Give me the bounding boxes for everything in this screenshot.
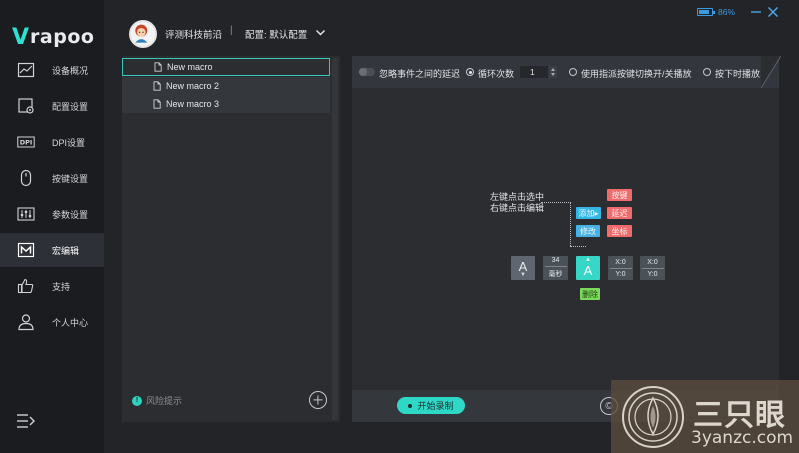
avatar[interactable]	[129, 20, 157, 48]
sidebar-item-device-overview[interactable]: 设备概况	[0, 53, 104, 87]
ignore-delay-toggle[interactable]	[359, 68, 375, 76]
coord-y: Y:0	[615, 270, 626, 278]
info-icon: !	[132, 395, 142, 406]
rapoo-logo: V rapoo	[12, 24, 95, 50]
add-macro-button[interactable]	[309, 391, 327, 409]
loop-count-input[interactable]: 1	[520, 66, 548, 78]
macro-list: New macro New macro 2 New macro 3	[122, 58, 330, 114]
edit-menu-tag[interactable]: 修改	[576, 225, 600, 237]
hold-playback-label: 按下时播放	[715, 69, 761, 79]
sidebar-item-label: 设备概况	[52, 65, 89, 76]
sidebar-item-label: 宏编辑	[52, 245, 80, 256]
macro-name: New macro	[167, 62, 213, 72]
sidebar-item-label: 配置设置	[52, 101, 89, 112]
add-menu-tag[interactable]: 添加▸	[576, 207, 601, 219]
minimize-button[interactable]	[750, 5, 762, 19]
add-coordinate-tag[interactable]: 坐标	[607, 225, 632, 237]
sidebar-item-label: DPI设置	[52, 137, 86, 148]
sidebar-item-key-settings[interactable]: 按键设置	[0, 161, 104, 195]
macro-icon	[15, 239, 37, 261]
sidebar-item-label: 支持	[52, 281, 71, 292]
start-recording-button[interactable]: 开始录制	[397, 397, 465, 414]
ignore-delay-label: 忽略事件之间的延迟	[379, 69, 461, 79]
add-key-tag[interactable]: 按键	[607, 189, 632, 201]
mouse-icon	[15, 167, 37, 189]
sidebar-item-parameter-settings[interactable]: 参数设置	[0, 197, 104, 231]
guide-line	[541, 202, 571, 203]
hint-right-click: 右键点击编辑	[490, 203, 545, 213]
sidebar-item-macro-editor[interactable]: 宏编辑	[0, 233, 104, 267]
close-button[interactable]	[766, 5, 780, 19]
chevron-down-icon[interactable]	[315, 27, 326, 38]
coord-x: X:0	[615, 258, 626, 266]
battery-level: 86%	[718, 7, 736, 17]
macro-item-3[interactable]: New macro 3	[122, 95, 330, 113]
toolbar-corner	[761, 56, 781, 88]
logo-mark: V	[12, 24, 29, 50]
chart-icon	[15, 59, 37, 81]
macro-list-scrollbar[interactable]	[332, 58, 338, 420]
editor-toolbar: 忽略事件之间的延迟 循环次数 1 使用指派按键切换开/关播放 按下时播放	[352, 56, 781, 88]
macro-editor-panel: 忽略事件之间的延迟 循环次数 1 使用指派按键切换开/关播放 按下时播放 左键点…	[352, 56, 781, 422]
document-icon	[153, 62, 163, 72]
document-icon	[152, 80, 162, 91]
separator: |	[230, 25, 233, 36]
logo-word: rapoo	[30, 26, 95, 48]
delay-event[interactable]: 34 毫秒	[543, 256, 568, 280]
coordinate-event[interactable]: X:0 Y:0	[608, 256, 633, 280]
coordinate-event[interactable]: X:0 Y:0	[640, 256, 665, 280]
loop-count-radio[interactable]	[466, 68, 474, 76]
loop-count-stepper[interactable]	[549, 66, 557, 78]
toggle-playback-radio[interactable]	[569, 68, 577, 76]
watermark-logo-icon	[622, 386, 684, 448]
key-label: A	[583, 263, 593, 278]
hold-playback-radio[interactable]	[703, 68, 711, 76]
start-recording-label: 开始录制	[417, 401, 454, 411]
sidebar: V rapoo 设备概况 配置设置 DPI DPI设置 按键设置 参数设置 宏编…	[0, 0, 104, 453]
sliders-icon	[15, 203, 37, 225]
sidebar-item-config-settings[interactable]: 配置设置	[0, 89, 104, 123]
user-name: 评测科技前沿	[165, 30, 223, 41]
watermark-url: 3yanzc.com	[691, 428, 794, 448]
risk-notice[interactable]: ! 风险提示	[132, 394, 182, 407]
risk-label: 风险提示	[146, 396, 183, 406]
person-icon	[15, 311, 37, 333]
arrow-down-icon: ▼	[520, 271, 526, 278]
guide-line	[570, 246, 586, 247]
macro-name: New macro 2	[166, 80, 220, 91]
sidebar-item-support[interactable]: 支持	[0, 269, 104, 303]
profile-selector[interactable]: 配置: 默认配置	[245, 27, 307, 41]
record-dot-icon	[408, 403, 413, 408]
macro-item-2[interactable]: New macro 2	[122, 76, 330, 95]
sidebar-item-dpi-settings[interactable]: DPI DPI设置	[0, 125, 104, 159]
macro-item-1[interactable]: New macro	[122, 58, 330, 76]
document-icon	[152, 99, 162, 109]
thumbs-up-icon	[15, 275, 37, 297]
sidebar-item-personal-center[interactable]: 个人中心	[0, 305, 104, 339]
loop-count-label: 循环次数	[478, 69, 515, 79]
svg-text:DPI: DPI	[20, 139, 33, 147]
add-delay-tag[interactable]: 延迟	[607, 207, 632, 219]
delay-unit: 毫秒	[548, 271, 563, 278]
macro-list-panel: New macro New macro 2 New macro 3 ! 风险提示	[122, 56, 340, 422]
battery-fill	[699, 10, 710, 14]
key-down-event[interactable]: A ▼	[511, 256, 535, 280]
battery-icon	[697, 8, 715, 16]
sidebar-item-label: 个人中心	[52, 317, 89, 328]
delete-tag[interactable]: 删除	[580, 288, 600, 300]
toggle-playback-label: 使用指派按键切换开/关播放	[581, 69, 692, 79]
menu-collapse-icon[interactable]	[16, 412, 36, 430]
coord-y: Y:0	[647, 270, 658, 278]
dpi-icon: DPI	[15, 131, 37, 153]
key-up-event[interactable]: ▲ A	[576, 256, 600, 280]
guide-line	[570, 202, 571, 246]
delay-value: 34	[551, 257, 560, 264]
coord-x: X:0	[647, 258, 658, 266]
sidebar-item-label: 按键设置	[52, 173, 89, 184]
sidebar-item-label: 参数设置	[52, 209, 89, 220]
macro-name: New macro 3	[166, 99, 220, 109]
config-icon	[15, 95, 37, 117]
